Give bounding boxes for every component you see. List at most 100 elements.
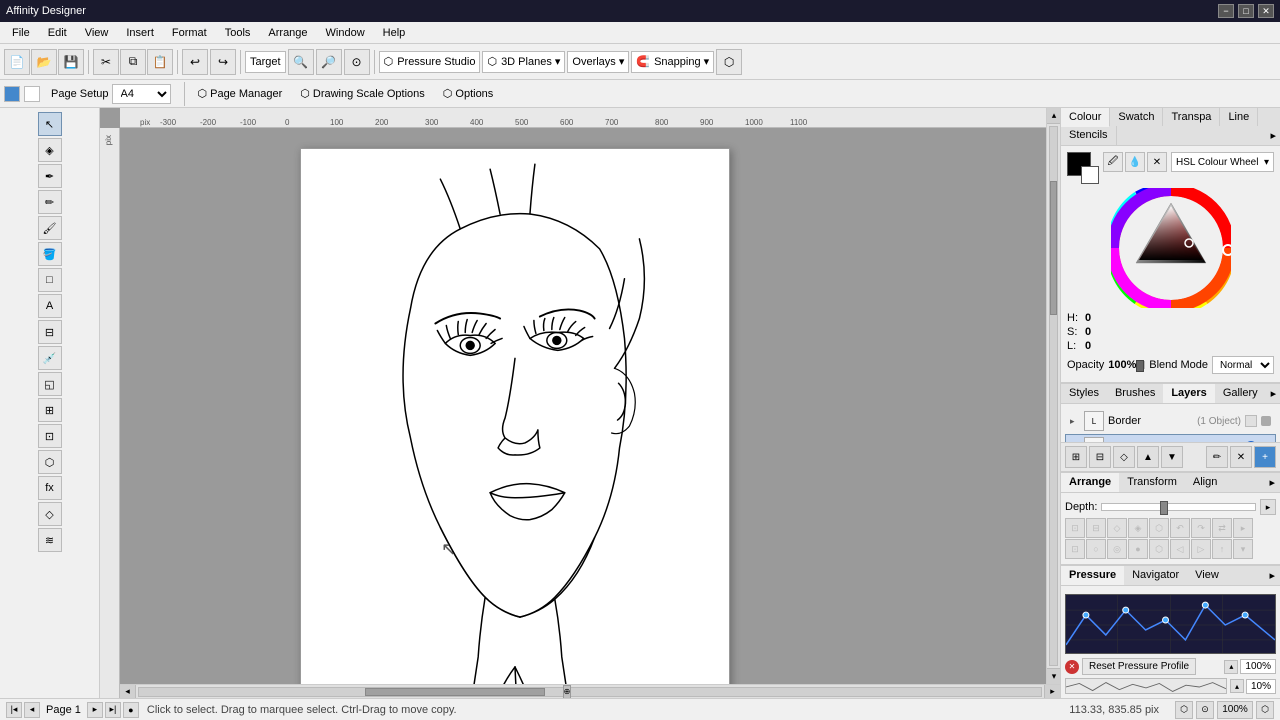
tab-view[interactable]: View	[1187, 566, 1227, 585]
pencil-tool[interactable]: ✏	[38, 190, 62, 214]
layer-border[interactable]: ▸ L Border (1 Object)	[1065, 408, 1276, 434]
menu-help[interactable]: Help	[375, 25, 414, 41]
pen-tool[interactable]: ✒	[38, 164, 62, 188]
reset-pressure-button[interactable]: Reset Pressure Profile	[1082, 658, 1196, 675]
select-tool[interactable]: ↖	[38, 112, 62, 136]
tab-align[interactable]: Align	[1185, 473, 1225, 492]
add-fx-btn[interactable]: ◇	[1113, 446, 1135, 468]
pressure-panel-arrow[interactable]: ▸	[1264, 566, 1280, 585]
opacity-handle[interactable]	[1136, 360, 1144, 372]
brush-tool[interactable]: 🖌	[38, 216, 62, 240]
fill-tool[interactable]: 🪣	[38, 242, 62, 266]
tab-transpa[interactable]: Transpa	[1163, 108, 1220, 126]
crop-tool[interactable]: ⊡	[38, 424, 62, 448]
add-group-btn[interactable]: ⊞	[1065, 446, 1087, 468]
arr-btn-14[interactable]: ⬡	[1149, 539, 1169, 559]
status-icon-1[interactable]: ⬡	[1175, 701, 1193, 719]
delete-btn[interactable]: ✕	[1230, 446, 1252, 468]
depth-handle[interactable]	[1160, 501, 1168, 515]
arr-btn-4[interactable]: ◈	[1128, 518, 1148, 538]
rect-tool[interactable]: □	[38, 268, 62, 292]
gradient-tool[interactable]: ◱	[38, 372, 62, 396]
menu-file[interactable]: File	[4, 25, 38, 41]
canvas-area[interactable]: pix -300 -200 -100 0 100 200 300 400 500…	[100, 108, 1060, 698]
open-button[interactable]: 📂	[31, 49, 57, 75]
pressure-up-btn[interactable]: ▴	[1224, 660, 1238, 674]
colour-eyedropper-btn[interactable]: 💧	[1125, 152, 1145, 172]
next-page-btn[interactable]: ▸	[87, 702, 103, 718]
menu-window[interactable]: Window	[318, 25, 373, 41]
new-layer-btn[interactable]: +	[1254, 446, 1276, 468]
arr-btn-18[interactable]: ▾	[1233, 539, 1253, 559]
arr-btn-16[interactable]: ▷	[1191, 539, 1211, 559]
tab-colour[interactable]: Colour	[1061, 108, 1110, 127]
tab-brushes[interactable]: Brushes	[1107, 384, 1163, 403]
node-tool[interactable]: ◈	[38, 138, 62, 162]
arr-btn-12[interactable]: ◎	[1107, 539, 1127, 559]
arr-btn-1[interactable]: ⊡	[1065, 518, 1085, 538]
undo-back-button[interactable]: ↩	[182, 49, 208, 75]
fx-tool[interactable]: fx	[38, 476, 62, 500]
close-button[interactable]: ✕	[1258, 4, 1274, 18]
menu-insert[interactable]: Insert	[118, 25, 162, 41]
arr-btn-17[interactable]: ↑	[1212, 539, 1232, 559]
warp-tool[interactable]: ≋	[38, 528, 62, 552]
tab-gallery[interactable]: Gallery	[1215, 384, 1266, 403]
page-setup-button[interactable]: Page Setup A4A3Letter	[44, 81, 178, 107]
tab-layers[interactable]: Layers	[1163, 384, 1214, 403]
record-btn[interactable]: ●	[123, 702, 139, 718]
tab-transform[interactable]: Transform	[1119, 473, 1185, 492]
zoom-in-button[interactable]: 🔎	[316, 49, 342, 75]
page-manager-button[interactable]: ⬡ Page Manager	[191, 84, 290, 103]
menu-arrange[interactable]: Arrange	[260, 25, 315, 41]
eyedropper-tool[interactable]: 💉	[38, 346, 62, 370]
tab-styles[interactable]: Styles	[1061, 384, 1107, 403]
arr-btn-8[interactable]: ⇄	[1212, 518, 1232, 538]
pressure-step-up-btn[interactable]: ▴	[1230, 679, 1244, 693]
grid-tool[interactable]: ⊞	[38, 398, 62, 422]
tab-pressure[interactable]: Pressure	[1061, 566, 1124, 585]
menu-edit[interactable]: Edit	[40, 25, 75, 41]
pressure-wave-display[interactable]	[1065, 678, 1227, 694]
paste-button[interactable]: 📋	[147, 49, 173, 75]
tab-line[interactable]: Line	[1220, 108, 1258, 126]
prev-page-btn[interactable]: ◂	[24, 702, 40, 718]
scroll-up-button[interactable]: ▴	[1047, 108, 1060, 124]
options-button[interactable]: ⬡ Options	[436, 84, 501, 103]
layers-panel-arrow[interactable]: ▸	[1266, 384, 1280, 403]
blend-mode-dropdown[interactable]: NormalMultiplyScreen	[1212, 356, 1274, 374]
background-colour[interactable]	[1081, 166, 1099, 184]
canvas-content[interactable]: ↖	[120, 128, 1060, 698]
colour-panel-arrow[interactable]: ▸	[1266, 126, 1280, 145]
colour-mode-dropdown[interactable]: HSL Colour Wheel ▾	[1171, 152, 1274, 172]
layer-arrow-border[interactable]: ▸	[1070, 416, 1080, 427]
target-dropdown[interactable]: Target	[245, 51, 286, 73]
depth-arrow-btn[interactable]: ▸	[1260, 499, 1276, 515]
v-scroll-track[interactable]	[1049, 126, 1058, 666]
menu-view[interactable]: View	[77, 25, 117, 41]
scroll-down-button[interactable]: ▾	[1047, 668, 1060, 684]
arr-btn-3[interactable]: ◇	[1107, 518, 1127, 538]
first-page-btn[interactable]: |◂	[6, 702, 22, 718]
arr-btn-13[interactable]: ●	[1128, 539, 1148, 559]
arr-btn-5[interactable]: ⬡	[1149, 518, 1169, 538]
shape-tool[interactable]: ◇	[38, 502, 62, 526]
opacity-slider[interactable]	[1140, 361, 1145, 369]
scroll-center-button[interactable]: ⊕	[563, 685, 571, 699]
colour-picker-btn[interactable]: 🖉	[1103, 152, 1123, 172]
tab-arrange[interactable]: Arrange	[1061, 473, 1119, 492]
undo-fwd-button[interactable]: ↪	[210, 49, 236, 75]
arrange-panel-arrow[interactable]: ▸	[1264, 473, 1280, 492]
save-button[interactable]: 💾	[58, 49, 84, 75]
tab-stencils[interactable]: Stencils	[1061, 126, 1117, 145]
maximize-button[interactable]: □	[1238, 4, 1254, 18]
status-icon-2[interactable]: ⊙	[1196, 701, 1214, 719]
arr-btn-7[interactable]: ↷	[1191, 518, 1211, 538]
move-down-btn[interactable]: ▼	[1161, 446, 1183, 468]
color-square-1[interactable]	[4, 86, 20, 102]
arr-btn-2[interactable]: ⊟	[1086, 518, 1106, 538]
layer-lines[interactable]: ▸ L Lines (136 Objects)	[1065, 434, 1276, 442]
copy-button[interactable]: ⧉	[120, 49, 146, 75]
color-square-2[interactable]	[24, 86, 40, 102]
scroll-left-button[interactable]: ◂	[120, 685, 136, 699]
